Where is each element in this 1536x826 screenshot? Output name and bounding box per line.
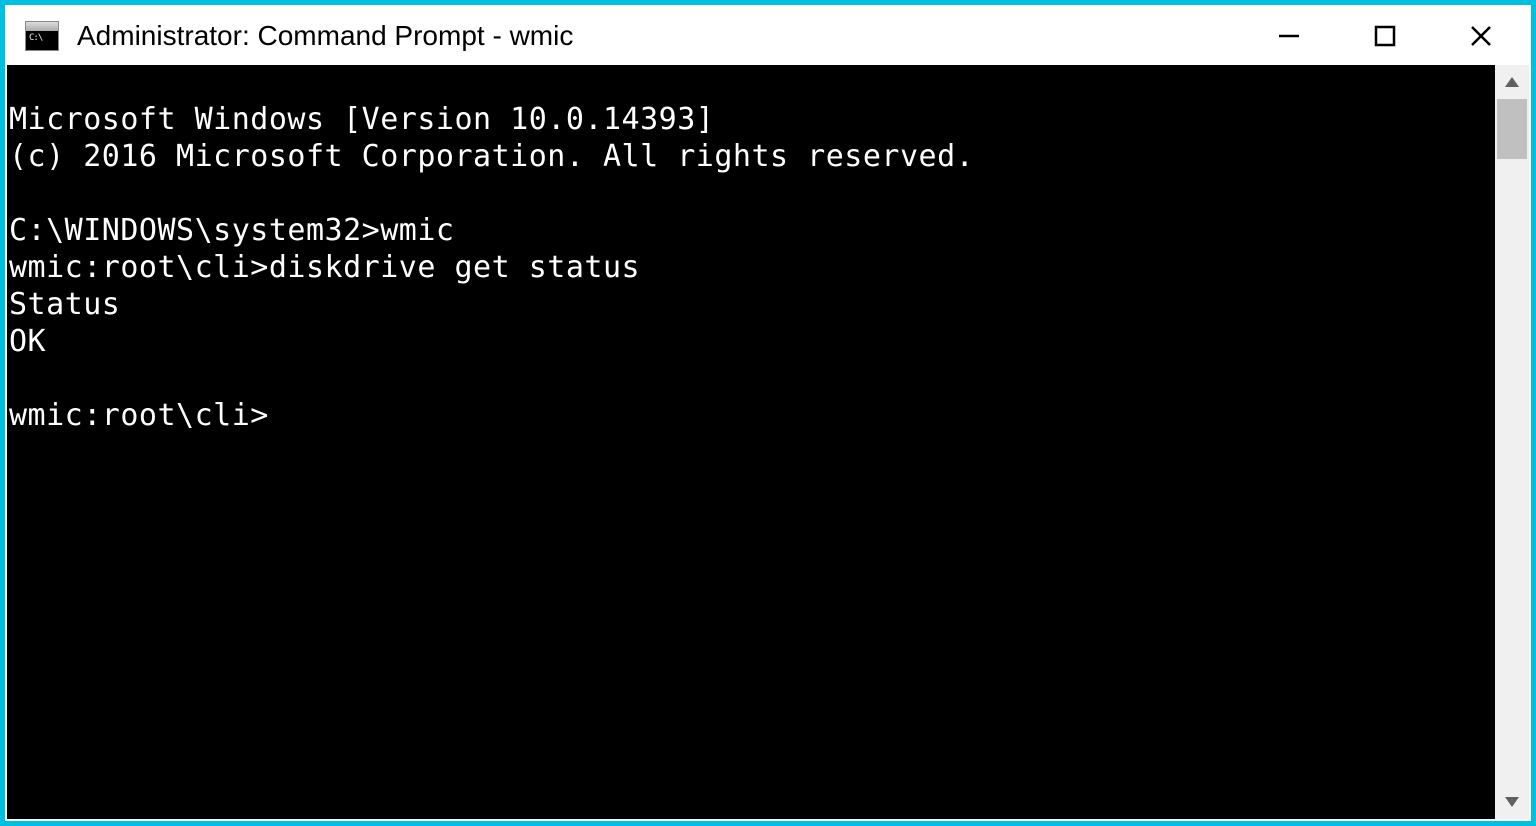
cmd-app-icon: C:\	[25, 21, 59, 51]
vertical-scrollbar[interactable]	[1495, 65, 1529, 819]
command-prompt-window: C:\ Administrator: Command Prompt - wmic	[5, 5, 1531, 821]
minimize-icon	[1275, 22, 1303, 50]
maximize-button[interactable]	[1337, 7, 1433, 65]
client-area: Microsoft Windows [Version 10.0.14393] (…	[7, 65, 1529, 819]
titlebar[interactable]: C:\ Administrator: Command Prompt - wmic	[7, 7, 1529, 65]
close-button[interactable]	[1433, 7, 1529, 65]
window-controls	[1241, 7, 1529, 65]
titlebar-left: C:\ Administrator: Command Prompt - wmic	[7, 20, 1241, 52]
chevron-down-icon	[1505, 797, 1519, 807]
chevron-up-icon	[1505, 77, 1519, 87]
selection-frame: C:\ Administrator: Command Prompt - wmic	[0, 0, 1536, 826]
maximize-icon	[1371, 22, 1399, 50]
scroll-thumb[interactable]	[1497, 99, 1527, 159]
close-icon	[1467, 22, 1495, 50]
scroll-down-button[interactable]	[1495, 785, 1529, 819]
minimize-button[interactable]	[1241, 7, 1337, 65]
scroll-track[interactable]	[1495, 99, 1529, 785]
terminal-output[interactable]: Microsoft Windows [Version 10.0.14393] (…	[7, 95, 1495, 789]
window-title: Administrator: Command Prompt - wmic	[77, 20, 573, 52]
scroll-up-button[interactable]	[1495, 65, 1529, 99]
